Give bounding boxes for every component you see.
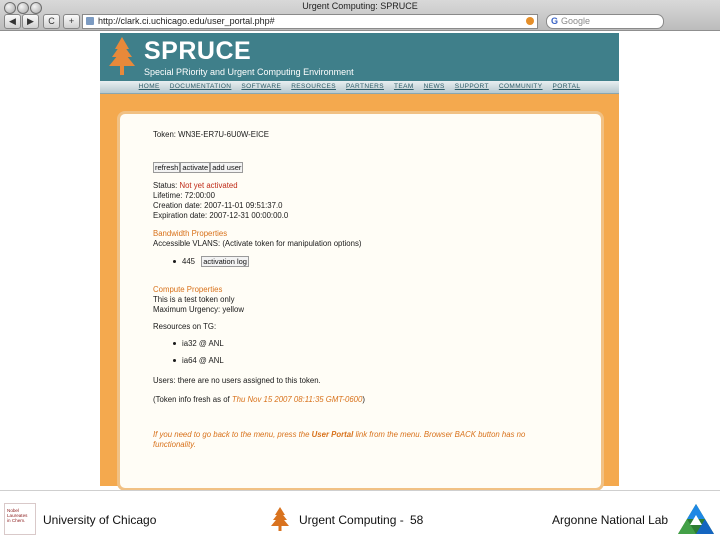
max-urgency: Maximum Urgency: yellow: [153, 305, 244, 314]
nav-team[interactable]: TEAM: [394, 81, 414, 93]
vlan-item: 445 activation log: [173, 256, 249, 267]
user-portal-link[interactable]: User Portal: [312, 430, 354, 439]
back-button[interactable]: ◀: [4, 14, 21, 29]
notice-prefix: If you need to go back to the menu, pres…: [153, 430, 310, 439]
university-of-chicago-logo: Nobel Laureates in Chem.: [4, 503, 36, 535]
notice-line-2: functionality.: [153, 440, 196, 449]
token-actions: refresh activate add user: [153, 162, 244, 173]
resource-item: ia64 @ ANL: [173, 356, 224, 365]
nav-software[interactable]: SOFTWARE: [241, 81, 281, 93]
nav-partners[interactable]: PARTNERS: [346, 81, 384, 93]
vlans-text: Accessible VLANS: (Activate token for ma…: [153, 239, 362, 248]
lifetime: Lifetime: 72:00:00: [153, 191, 215, 200]
rss-icon[interactable]: [526, 17, 534, 25]
search-placeholder: Google: [561, 16, 591, 26]
activate-button[interactable]: activate: [180, 162, 211, 173]
nav-documentation[interactable]: DOCUMENTATION: [170, 81, 232, 93]
fresh-line: (Token info fresh as of Thu Nov 15 2007 …: [153, 395, 365, 404]
nav-support[interactable]: SUPPORT: [455, 81, 489, 93]
footer-left-text: University of Chicago: [43, 513, 157, 527]
activation-log-button[interactable]: activation log: [201, 256, 249, 267]
compute-description: This is a test token only: [153, 295, 235, 304]
nav-news[interactable]: NEWS: [424, 81, 445, 93]
forward-button[interactable]: ▶: [22, 14, 39, 29]
google-icon: G: [551, 16, 559, 26]
status-value: Not yet activated: [179, 181, 238, 190]
site-favicon-icon: [86, 17, 94, 25]
window-title: Urgent Computing: SPRUCE: [302, 1, 418, 11]
refresh-button[interactable]: refresh: [153, 162, 181, 173]
status-label: Status:: [153, 181, 178, 190]
site-banner: SPRUCE Special PRiority and Urgent Compu…: [100, 33, 619, 81]
site-subtitle: Special PRiority and Urgent Computing En…: [144, 67, 354, 77]
nav-resources[interactable]: RESOURCES: [291, 81, 336, 93]
bandwidth-heading: Bandwidth Properties: [153, 229, 228, 238]
bullet-icon: [173, 260, 176, 264]
bullet-icon: [173, 342, 176, 346]
url-text: http://clark.ci.uchicago.edu/user_portal…: [98, 16, 275, 26]
nav-community[interactable]: COMMUNITY: [499, 81, 543, 93]
resources-label: Resources on TG:: [153, 322, 217, 331]
footer-right-text: Argonne National Lab: [552, 513, 669, 527]
fresh-date: Thu Nov 15 2007 08:11:35 GMT-0600: [231, 395, 363, 404]
resource-ia32: ia32 @ ANL: [182, 339, 224, 348]
reload-button[interactable]: C: [43, 14, 60, 29]
page-viewport: SPRUCE Special PRiority and Urgent Compu…: [0, 31, 720, 491]
fresh-prefix: (Token info fresh as of: [153, 395, 230, 404]
add-bookmark-button[interactable]: +: [63, 14, 80, 29]
status-line: Status: Not yet activated: [153, 181, 238, 190]
users-text: Users: there are no users assigned to th…: [153, 376, 321, 385]
resource-ia64: ia64 @ ANL: [182, 356, 224, 365]
creation-date: Creation date: 2007-11-01 09:51:37.0: [153, 201, 283, 210]
url-bar[interactable]: http://clark.ci.uchicago.edu/user_portal…: [82, 14, 538, 29]
token-panel: Token: WN3E-ER7U-6U0W-EICE refresh activa…: [117, 111, 604, 491]
add-user-button[interactable]: add user: [210, 162, 244, 173]
spruce-tree-icon: [109, 37, 135, 75]
resource-item: ia32 @ ANL: [173, 339, 224, 348]
slide-footer: Nobel Laureates in Chem. University of Chi…: [0, 495, 720, 540]
spruce-site: SPRUCE Special PRiority and Urgent Compu…: [100, 33, 619, 491]
footer-center-text: Urgent Computing -: [299, 513, 404, 527]
vlan-value: 445: [182, 257, 196, 266]
nav-home[interactable]: HOME: [139, 81, 160, 93]
site-navbar: HOME DOCUMENTATION SOFTWARE RESOURCES PA…: [100, 81, 619, 94]
browser-toolbar: Urgent Computing: SPRUCE ◀ ▶ C + http://…: [0, 0, 720, 31]
notice-line-1: If you need to go back to the menu, pres…: [153, 430, 525, 439]
page-number: 58: [410, 513, 424, 527]
footer-divider: [0, 490, 720, 491]
spruce-logo-icon: [271, 507, 289, 531]
search-input[interactable]: G Google: [546, 14, 664, 29]
site-title: SPRUCE: [144, 37, 252, 65]
token-label: Token: WN3E-ER7U-6U0W-EICE: [153, 130, 269, 139]
fresh-suffix: ): [362, 395, 365, 404]
nav-portal[interactable]: PORTAL: [553, 81, 581, 93]
compute-heading: Compute Properties: [153, 285, 223, 294]
expiration-date: Expiration date: 2007-12-31 00:00:00.0: [153, 211, 289, 220]
bullet-icon: [173, 359, 176, 363]
argonne-logo-icon: [678, 504, 714, 534]
notice-suffix: link from the menu. Browser BACK button …: [355, 430, 526, 439]
